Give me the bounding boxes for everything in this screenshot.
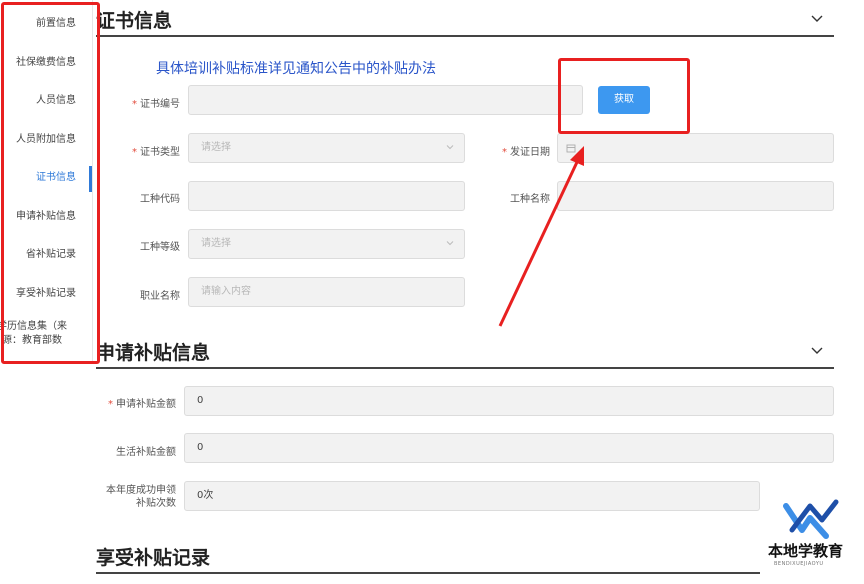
page: 前置信息 社保缴费信息 人员信息 人员附加信息 证书信息 申请补贴信息 省补贴记… [0, 0, 864, 584]
brand-name: 本地学教育 [768, 542, 844, 560]
brand-logo-icon [783, 499, 839, 539]
brand-subtitle: BENDIXUEJIAOYU [774, 561, 824, 567]
annotation-arrow-icon [498, 146, 584, 327]
